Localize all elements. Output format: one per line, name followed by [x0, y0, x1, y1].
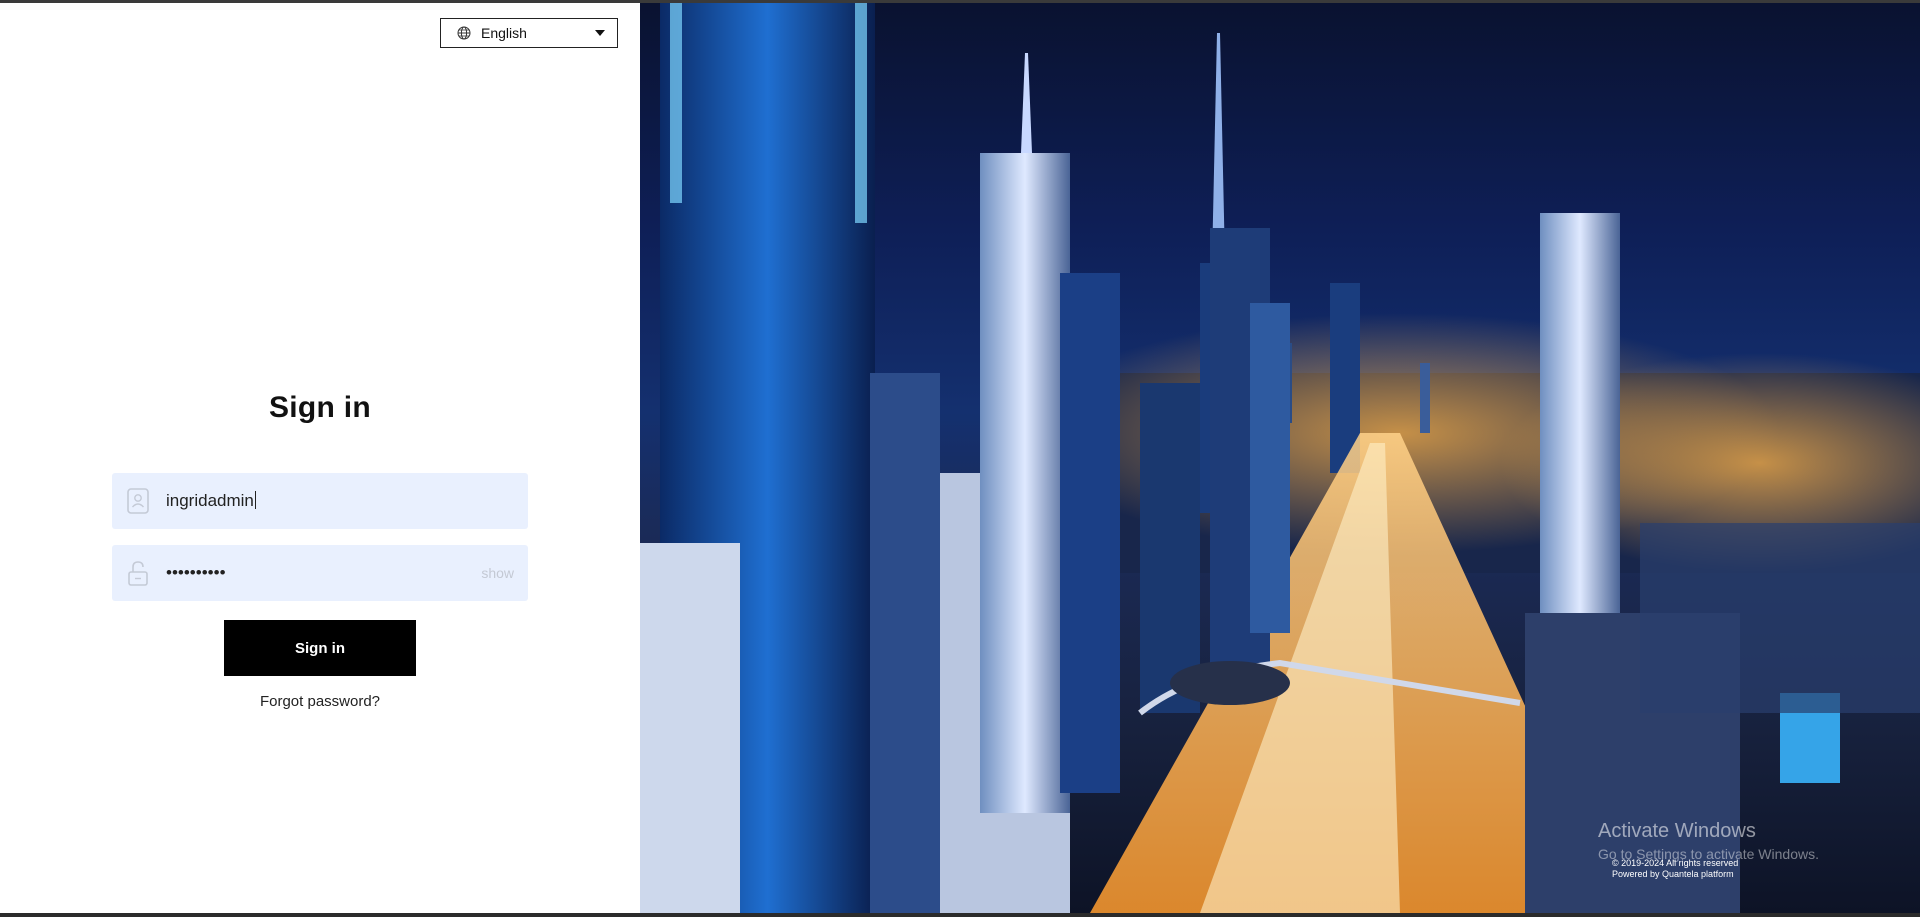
lock-icon [126, 559, 150, 587]
globe-icon [457, 26, 471, 40]
forgot-password-link[interactable]: Forgot password? [0, 693, 640, 710]
city-skyline-illustration [640, 3, 1920, 913]
powered-by-text: Powered by Quantela platform [1612, 869, 1734, 879]
sign-in-button[interactable]: Sign in [224, 620, 416, 676]
username-field[interactable]: ingridadmin [112, 473, 528, 529]
activate-windows-watermark: Activate Windows [1598, 820, 1756, 842]
language-label: English [481, 25, 527, 41]
login-panel: English Sign in ingridadmin •••••••••• s… [0, 3, 640, 913]
show-password-toggle[interactable]: show [481, 565, 514, 581]
id-card-icon [126, 487, 150, 515]
chevron-down-icon [595, 30, 605, 36]
password-field[interactable]: •••••••••• show [112, 545, 528, 601]
password-input[interactable]: •••••••••• [166, 563, 481, 583]
city-background-image [640, 3, 1920, 913]
username-input[interactable]: ingridadmin [166, 491, 514, 511]
copyright-text: © 2019-2024 All rights reserved [1612, 858, 1739, 868]
language-select[interactable]: English [440, 18, 618, 48]
page-title: Sign in [268, 391, 372, 424]
bottom-border [0, 913, 1920, 917]
